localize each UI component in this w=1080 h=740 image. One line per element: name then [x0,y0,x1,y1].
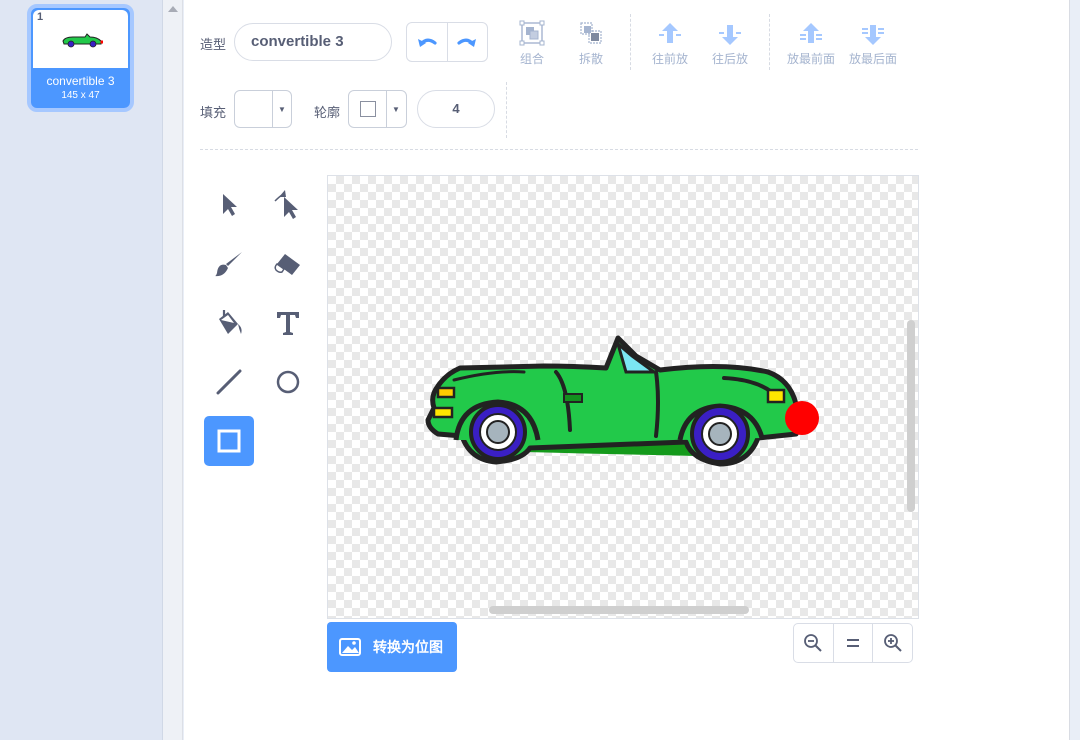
line-icon [216,369,242,395]
toolbar-divider [506,82,507,138]
circle-icon [276,370,300,394]
scroll-up-arrow-icon[interactable] [168,6,178,12]
brush-tool[interactable] [204,239,254,289]
fill-label: 填充 [200,106,227,121]
eraser-tool[interactable] [263,239,313,289]
backward-icon [719,25,741,45]
zoom-in-icon [883,634,902,652]
costume-name-label: 造型 [200,38,227,53]
costume-number: 1 [37,11,44,23]
paint-bucket-icon [219,310,242,334]
equals-icon [847,639,859,647]
rectangle-tool[interactable] [204,416,254,466]
backward-button[interactable]: 往后放 [704,20,756,67]
forward-icon [659,23,681,43]
drawing-canvas[interactable] [327,175,919,619]
group-label: 组合 [519,52,544,66]
paint-editor: 造型 convertible 3 组合 拆散 往前放 往后放 放最前面 放最后面… [184,0,1070,740]
send-to-back-label: 放最后面 [848,52,897,66]
fill-swatch [235,91,273,127]
zoom-in-button[interactable] [872,624,912,662]
brush-icon [215,252,242,277]
stroke-width-input[interactable]: 4 [417,90,495,128]
outline-color-dropdown[interactable]: ▼ [348,90,407,128]
reshape-tool[interactable] [263,180,313,230]
select-tool[interactable] [204,180,254,230]
costume-name: convertible 3 [46,74,115,88]
toolbar-divider [630,14,631,70]
outline-swatch [349,91,387,127]
text-icon [277,312,299,335]
undo-button[interactable] [407,23,448,61]
backward-label: 往后放 [711,52,748,66]
zoom-reset-button[interactable] [832,624,873,662]
toolbar-divider [769,14,770,70]
costume-size: 145 x 47 [61,90,100,101]
list-scrollbar[interactable] [163,0,183,740]
arrow-cursor-icon [223,194,237,216]
costume-thumbnail [62,33,103,48]
costume-list: 1 convertible 3 145 x 47 [0,0,163,740]
fill-color-dropdown[interactable]: ▼ [234,90,292,128]
zoom-out-button[interactable] [794,624,833,662]
costume-tile[interactable]: 1 convertible 3 145 x 47 [27,4,134,112]
canvas-horizontal-scrollbar[interactable] [489,606,749,614]
toolbar-separator [200,149,918,150]
zoom-out-icon [804,634,823,652]
dropdown-arrow-icon: ▼ [392,104,400,114]
convert-to-bitmap-button[interactable]: 转换为位图 [327,622,457,672]
redo-icon [457,38,477,47]
bring-to-front-icon [800,23,822,43]
costume-thumbnail-area: 1 [33,10,128,68]
outline-label: 轮廓 [314,106,341,121]
forward-button[interactable]: 往前放 [644,20,696,67]
ungroup-label: 拆散 [578,52,603,66]
fill-tool[interactable] [204,298,254,348]
bring-to-front-label: 放最前面 [786,52,835,66]
send-to-back-button[interactable]: 放最后面 [847,20,899,67]
image-icon [339,638,361,656]
rectangle-icon [217,429,241,453]
undo-icon [417,38,437,47]
dropdown-arrow-icon: ▼ [278,104,286,114]
undo-redo-group [406,22,488,62]
group-icon [519,20,545,46]
text-tool[interactable] [263,298,313,348]
redo-button[interactable] [448,23,488,61]
eraser-icon [274,254,300,275]
convert-to-bitmap-label: 转换为位图 [373,640,443,656]
convertible-car-costume[interactable] [424,330,824,470]
circle-tool[interactable] [263,357,313,407]
forward-label: 往前放 [651,52,688,66]
costume-name-input[interactable]: convertible 3 [234,23,392,61]
reshape-icon [274,190,298,219]
send-to-back-icon [862,25,884,45]
group-button[interactable]: 组合 [506,20,558,67]
bring-to-front-button[interactable]: 放最前面 [785,20,837,67]
ungroup-icon [580,22,602,44]
line-tool[interactable] [204,357,254,407]
ungroup-button[interactable]: 拆散 [565,20,617,67]
canvas-vertical-scrollbar[interactable] [907,320,915,512]
zoom-controls [793,623,913,663]
